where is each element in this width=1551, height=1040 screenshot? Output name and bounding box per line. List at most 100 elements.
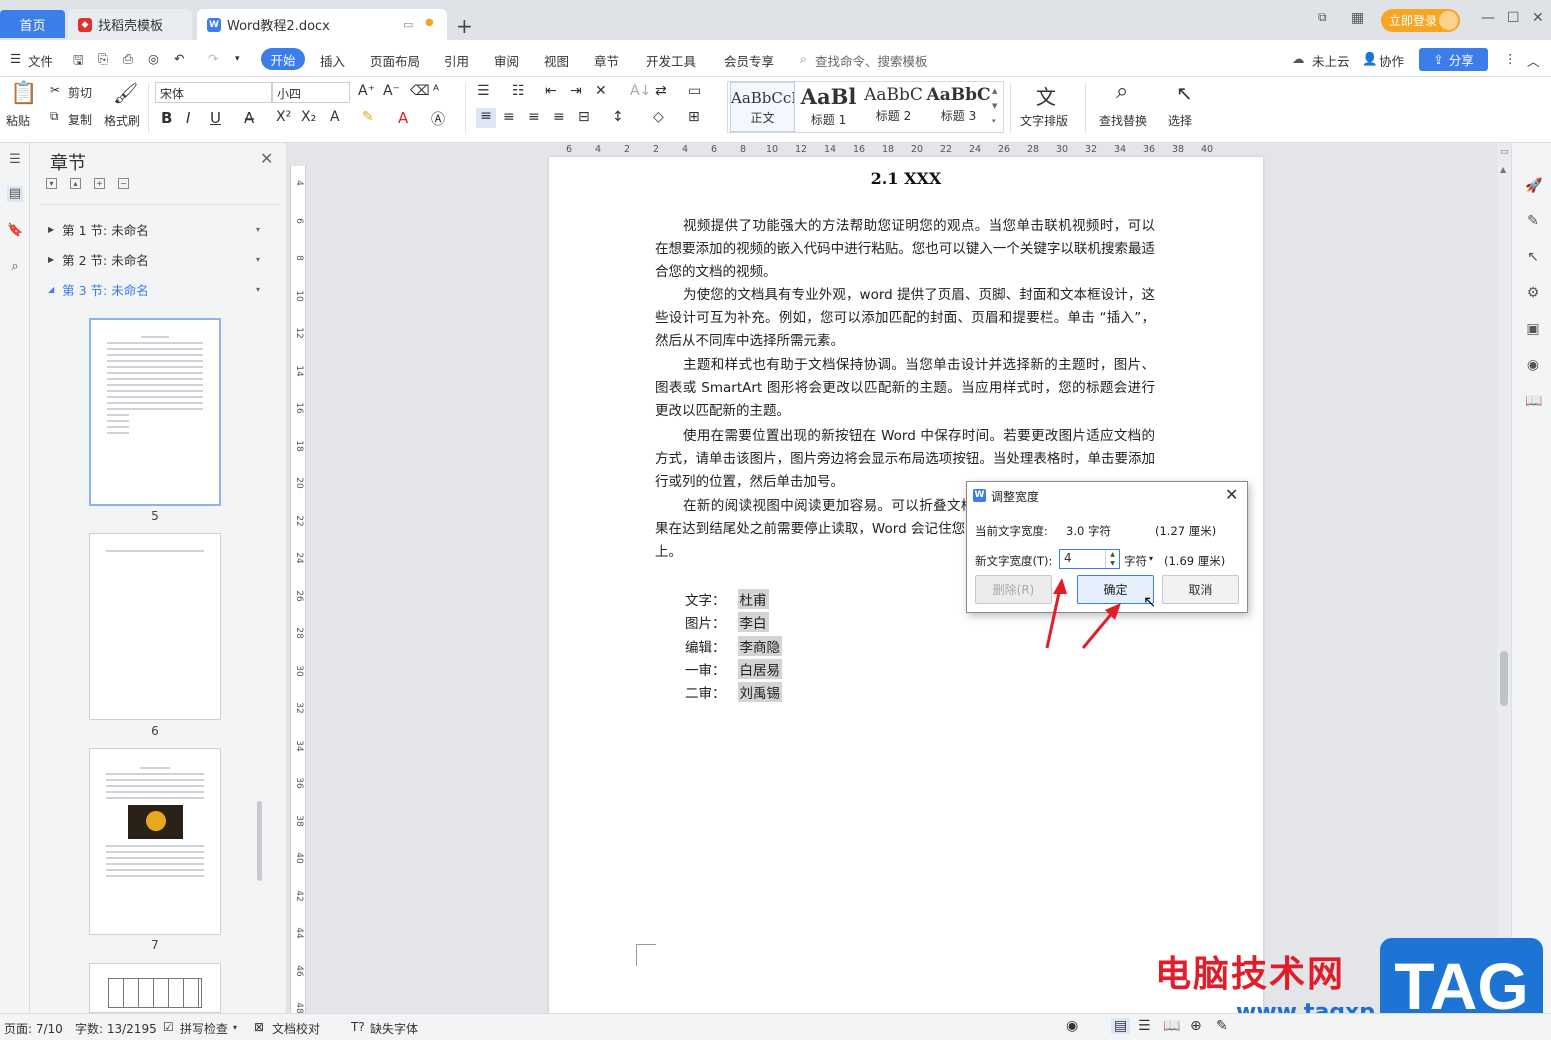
font-name-select[interactable]: 宋体 (155, 82, 272, 103)
command-search-input[interactable]: 查找命令、搜索模板 (815, 51, 928, 70)
monitor-icon[interactable]: ▭ (403, 18, 413, 31)
save-icon[interactable]: 🖫 (73, 51, 84, 72)
clear-format-icon[interactable]: ⌫ (410, 83, 430, 99)
decrease-indent-icon[interactable]: ⇤ (545, 83, 557, 99)
borders-icon[interactable]: ⊞ (688, 109, 700, 125)
increase-indent-icon[interactable]: ⇥ (570, 83, 582, 99)
dialog-titlebar[interactable]: W 调整宽度 ✕ (967, 482, 1247, 509)
style-heading-3[interactable]: AaBbC 标题 3 (926, 82, 991, 132)
eye-protection-icon[interactable]: ◉ (1066, 1018, 1078, 1034)
share-button[interactable]: ⇪ 分享 (1419, 48, 1488, 71)
text-effect-icon[interactable]: A (330, 109, 340, 125)
bold-icon[interactable]: B (161, 109, 172, 127)
cancel-button[interactable]: 取消 (1162, 575, 1239, 604)
sort-icon[interactable]: A↓ (630, 83, 651, 99)
scroll-thumb[interactable] (1500, 651, 1508, 706)
line-spacing-icon[interactable]: ↕ (612, 109, 624, 125)
phonetic-icon[interactable]: ᴬ (433, 83, 439, 99)
rocket-icon[interactable]: 🚀 (1525, 178, 1542, 194)
show-marks-icon[interactable]: ⇄ (655, 83, 667, 99)
write-view-icon[interactable]: ✎ (1216, 1018, 1228, 1034)
menu-view[interactable]: 视图 (544, 51, 569, 70)
collapse-up-icon[interactable]: ▴ (70, 178, 81, 189)
missing-font-button[interactable]: 缺失字体 (370, 1020, 418, 1037)
grid-icon[interactable]: ▦ (1351, 10, 1364, 26)
proofread-button[interactable]: 文档校对 (272, 1020, 320, 1037)
close-icon[interactable]: ✕ (260, 149, 273, 168)
page-thumbnail-8[interactable] (89, 963, 221, 1013)
customize-dropdown-icon[interactable]: ▾ (235, 54, 240, 64)
word-count[interactable]: 字数: 13/2195 (75, 1020, 157, 1037)
paste-icon[interactable]: 📋 (10, 81, 37, 106)
outline-icon[interactable]: ☰ (7, 152, 23, 168)
numbered-list-icon[interactable]: ☷ (512, 83, 525, 99)
credit-name[interactable]: 李商隐 (737, 636, 782, 656)
shading-icon[interactable]: ◇ (653, 109, 664, 125)
location-icon[interactable]: ◉ (1525, 357, 1541, 373)
tab-ruler-icon[interactable]: ▭ (688, 83, 701, 99)
italic-icon[interactable]: I (186, 109, 190, 127)
preview-icon[interactable]: ◎ (148, 51, 159, 66)
cut-button[interactable]: 剪切 (68, 84, 92, 101)
chinese-layout-icon[interactable]: ✕ (595, 83, 607, 99)
superscript-icon[interactable]: X² (276, 109, 291, 125)
font-size-select[interactable]: 小四 (272, 82, 350, 103)
pane-scrollbar[interactable] (257, 801, 262, 881)
menu-review[interactable]: 审阅 (494, 51, 519, 70)
hamburger-icon[interactable]: ☰ (10, 51, 21, 66)
section-item-3[interactable]: ◢ 第 3 节: 未命名 (48, 280, 149, 299)
spellcheck-button[interactable]: 拼写检查 (180, 1020, 228, 1037)
image-tool-icon[interactable]: ▣ (1525, 321, 1541, 337)
font-color-icon[interactable]: A (398, 109, 408, 127)
section-item-2[interactable]: ▶ 第 2 节: 未命名 (48, 250, 149, 269)
layout-icon[interactable]: ⧉ (1318, 10, 1327, 25)
menu-start[interactable]: 开始 (261, 48, 305, 70)
pointer-icon[interactable]: ↖ (1525, 249, 1541, 265)
collapse-ribbon-icon[interactable]: ︿ (1527, 51, 1540, 70)
paste-button[interactable]: 粘贴 (6, 112, 30, 129)
underline-icon[interactable]: U (210, 109, 221, 127)
menu-file[interactable]: 文件 (28, 51, 53, 70)
scroll-up-icon[interactable]: ▲ (1500, 165, 1506, 174)
close-window-icon[interactable]: ✕ (1532, 10, 1544, 26)
strikethrough-icon[interactable]: A̶ (244, 109, 254, 127)
credit-name[interactable]: 白居易 (737, 659, 782, 679)
web-view-icon[interactable]: ⊕ (1190, 1018, 1202, 1034)
add-section-icon[interactable]: + (94, 178, 105, 189)
cloud-status[interactable]: 未上云 (1312, 51, 1350, 70)
close-icon[interactable]: ✕ (1225, 485, 1238, 504)
chevron-down-icon[interactable]: ▾ (256, 255, 260, 264)
adjust-icon[interactable]: ⚙ (1525, 285, 1541, 301)
export-icon[interactable]: ⎘ (98, 51, 108, 67)
chevron-down-icon[interactable]: ▾ (1149, 554, 1153, 563)
style-heading-1[interactable]: AaBl 标题 1 (796, 82, 861, 132)
maximize-icon[interactable]: ☐ (1507, 10, 1520, 26)
search-icon[interactable]: ⌕ (7, 259, 23, 275)
page-view-icon[interactable]: ▤ (1111, 1018, 1131, 1034)
style-heading-2[interactable]: AaBbC 标题 2 (861, 82, 926, 132)
bookmark-icon[interactable]: 🔖 (7, 223, 23, 239)
new-tab-button[interactable]: + (456, 14, 473, 38)
credit-name[interactable]: 刘禹锡 (737, 682, 782, 702)
collab-button[interactable]: 协作 (1379, 51, 1404, 70)
distributed-icon[interactable]: ⊟ (578, 109, 590, 125)
document-scrollbar[interactable]: ▭ ▲ (1497, 143, 1511, 1013)
align-center-icon[interactable]: ≡ (503, 109, 515, 125)
pen-icon[interactable]: ✎ (1525, 213, 1541, 229)
chevron-down-icon[interactable]: ▾ (256, 285, 260, 294)
chevron-down-icon[interactable]: ▾ (233, 1023, 237, 1032)
chapter-nav-icon[interactable]: ▤ (7, 186, 23, 202)
tab-document[interactable]: W Word教程2.docx ▭ ● (197, 9, 447, 40)
undo-icon[interactable]: ↶ (174, 51, 184, 66)
page-thumbnail-7[interactable] (89, 748, 221, 935)
text-layout-button[interactable]: 文字排版 (1020, 112, 1068, 129)
print-icon[interactable]: ⎙ (123, 51, 133, 67)
shrink-font-icon[interactable]: A⁻ (383, 83, 400, 99)
credit-name[interactable]: 杜甫 (737, 589, 769, 609)
menu-page-layout[interactable]: 页面布局 (370, 51, 420, 70)
copy-button[interactable]: 复制 (68, 111, 92, 128)
remove-section-icon[interactable]: − (118, 178, 129, 189)
char-border-icon[interactable]: Ⓐ (431, 109, 445, 129)
split-icon[interactable]: ▭ (1500, 147, 1509, 157)
menu-references[interactable]: 引用 (444, 51, 469, 70)
